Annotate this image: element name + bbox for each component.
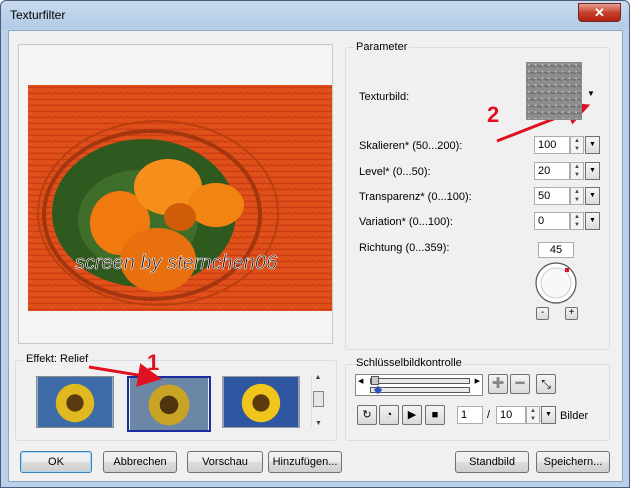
preview-image: screen by sternchen06: [28, 85, 332, 311]
richtung-input[interactable]: 45: [538, 242, 574, 258]
spin-down-icon[interactable]: ▼: [527, 415, 539, 423]
timeline-track-bottom: [370, 387, 470, 393]
loop-button[interactable]: ↻: [357, 405, 377, 425]
frame-total-spinner[interactable]: 10 ▲ ▼ ▼: [496, 406, 556, 424]
close-button[interactable]: ✕: [578, 3, 621, 22]
play-button[interactable]: ▶: [402, 405, 422, 425]
stop-button[interactable]: ■: [425, 405, 445, 425]
spin-down-icon[interactable]: ▼: [571, 196, 583, 204]
richtung-minus-button[interactable]: -: [536, 307, 549, 320]
effect-scrollbar[interactable]: ▲ ▼: [311, 374, 324, 428]
richtung-plus-button[interactable]: +: [565, 307, 578, 320]
dropdown-icon[interactable]: ▼: [585, 212, 600, 230]
title-bar[interactable]: Texturfilter ✕: [1, 1, 629, 29]
level-spinner[interactable]: 20 ▲ ▼ ▼: [534, 162, 600, 180]
clear-keyframes-button[interactable]: ⤡: [536, 374, 556, 394]
dropdown-icon[interactable]: ▼: [585, 162, 600, 180]
preview-panel: screen by sternchen06: [18, 44, 333, 344]
annotation-label-1: 1: [147, 350, 160, 375]
spin-up-icon[interactable]: ▲: [571, 137, 583, 145]
dialog-client-area: screen by sternchen06 Effekt: Relief ▲ ▼…: [8, 30, 623, 482]
transparenz-input[interactable]: 50: [534, 187, 570, 205]
effect-thumb-1[interactable]: [36, 376, 114, 428]
spin-down-icon[interactable]: ▼: [571, 145, 583, 153]
texture-dropdown-icon[interactable]: ▼: [587, 89, 595, 98]
texturbild-label: Texturbild:: [359, 91, 410, 103]
dropdown-icon[interactable]: ▼: [541, 406, 556, 424]
texture-swatch[interactable]: [526, 62, 582, 120]
param-label-richtung: Richtung (0...359):: [359, 242, 450, 254]
timeline-track-top: [370, 378, 470, 384]
keyframe-timeline[interactable]: ◀ ▶: [355, 374, 483, 396]
variation-spinner[interactable]: 0 ▲ ▼ ▼: [534, 212, 600, 230]
add-button[interactable]: Hinzufügen...: [268, 451, 342, 473]
cancel-button[interactable]: Abbrechen: [103, 451, 177, 473]
timeline-start-icon[interactable]: ◀: [358, 377, 363, 385]
spin-down-icon[interactable]: ▼: [571, 171, 583, 179]
param-label-transparenz: Transparenz* (0...100):: [359, 191, 472, 203]
preview-watermark: screen by sternchen06: [75, 252, 278, 274]
scroll-down-icon[interactable]: ▼: [312, 420, 325, 427]
level-input[interactable]: 20: [534, 162, 570, 180]
skalieren-input[interactable]: 100: [534, 136, 570, 154]
keyframe-group-title: Schlüsselbildkontrolle: [354, 357, 464, 369]
still-image-button[interactable]: Standbild: [455, 451, 529, 473]
add-keyframe-button[interactable]: ✚: [488, 374, 508, 394]
timeline-end-icon[interactable]: ▶: [475, 377, 480, 385]
param-label-variation: Variation* (0...100):: [359, 216, 453, 228]
dialog-window: Texturfilter ✕ screen by sternchen06 Eff…: [0, 0, 630, 488]
spin-down-icon[interactable]: ▼: [571, 221, 583, 229]
param-label-level: Level* (0...50):: [359, 166, 431, 178]
scroll-thumb[interactable]: [313, 391, 324, 407]
effect-thumb-3[interactable]: [222, 376, 300, 428]
richtung-dial[interactable]: [534, 261, 578, 305]
spin-up-icon[interactable]: ▲: [571, 213, 583, 221]
frames-label: Bilder: [560, 410, 589, 422]
spin-up-icon[interactable]: ▲: [571, 163, 583, 171]
variation-input[interactable]: 0: [534, 212, 570, 230]
dropdown-icon[interactable]: ▼: [585, 187, 600, 205]
frame-current-input[interactable]: 1: [457, 406, 483, 424]
window-title: Texturfilter: [10, 8, 66, 22]
save-button[interactable]: Speichern...: [536, 451, 610, 473]
rewind-button[interactable]: ◔: [379, 405, 399, 425]
effect-label: Effekt: Relief: [24, 353, 91, 365]
preview-button[interactable]: Vorschau: [187, 451, 263, 473]
timeline-marker-icon[interactable]: [371, 376, 379, 385]
ok-button[interactable]: OK: [20, 451, 92, 473]
skalieren-spinner[interactable]: 100 ▲ ▼ ▼: [534, 136, 600, 154]
dropdown-icon[interactable]: ▼: [585, 136, 600, 154]
scroll-up-icon[interactable]: ▲: [312, 374, 324, 381]
frame-separator: /: [487, 409, 491, 421]
spin-up-icon[interactable]: ▲: [571, 188, 583, 196]
frame-total-input[interactable]: 10: [496, 406, 526, 424]
spin-up-icon[interactable]: ▲: [527, 407, 539, 415]
transparenz-spinner[interactable]: 50 ▲ ▼ ▼: [534, 187, 600, 205]
remove-keyframe-button[interactable]: ━: [510, 374, 530, 394]
param-label-skalieren: Skalieren* (50...200):: [359, 140, 463, 152]
effect-thumb-relief-selected[interactable]: [127, 376, 211, 432]
parameter-group-title: Parameter: [354, 41, 410, 53]
